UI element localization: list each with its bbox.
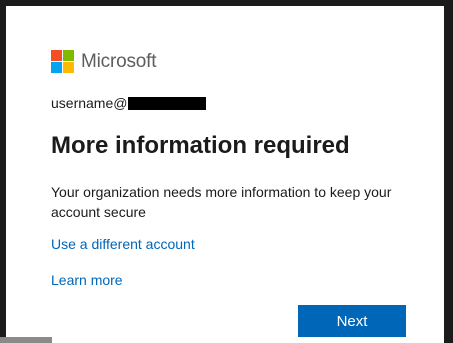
username-text: username@ bbox=[51, 95, 128, 111]
logo-square-blue bbox=[51, 62, 62, 73]
next-button[interactable]: Next bbox=[298, 305, 406, 337]
sign-in-card: Microsoft username@ More information req… bbox=[6, 6, 444, 343]
description-text: Your organization needs more information… bbox=[51, 184, 392, 220]
background-scrollbar bbox=[0, 337, 52, 343]
microsoft-logo: Microsoft bbox=[51, 50, 156, 73]
logo-square-yellow bbox=[63, 62, 74, 73]
account-identity: username@ bbox=[51, 95, 207, 111]
logo-square-red bbox=[51, 50, 62, 61]
redacted-email-domain bbox=[128, 96, 207, 110]
learn-more-link[interactable]: Learn more bbox=[51, 272, 123, 288]
brand-name: Microsoft bbox=[81, 50, 157, 72]
microsoft-logo-icon bbox=[51, 50, 74, 73]
page-title: More information required bbox=[51, 132, 350, 159]
use-different-account-link[interactable]: Use a different account bbox=[51, 236, 195, 252]
logo-square-green bbox=[63, 50, 74, 61]
